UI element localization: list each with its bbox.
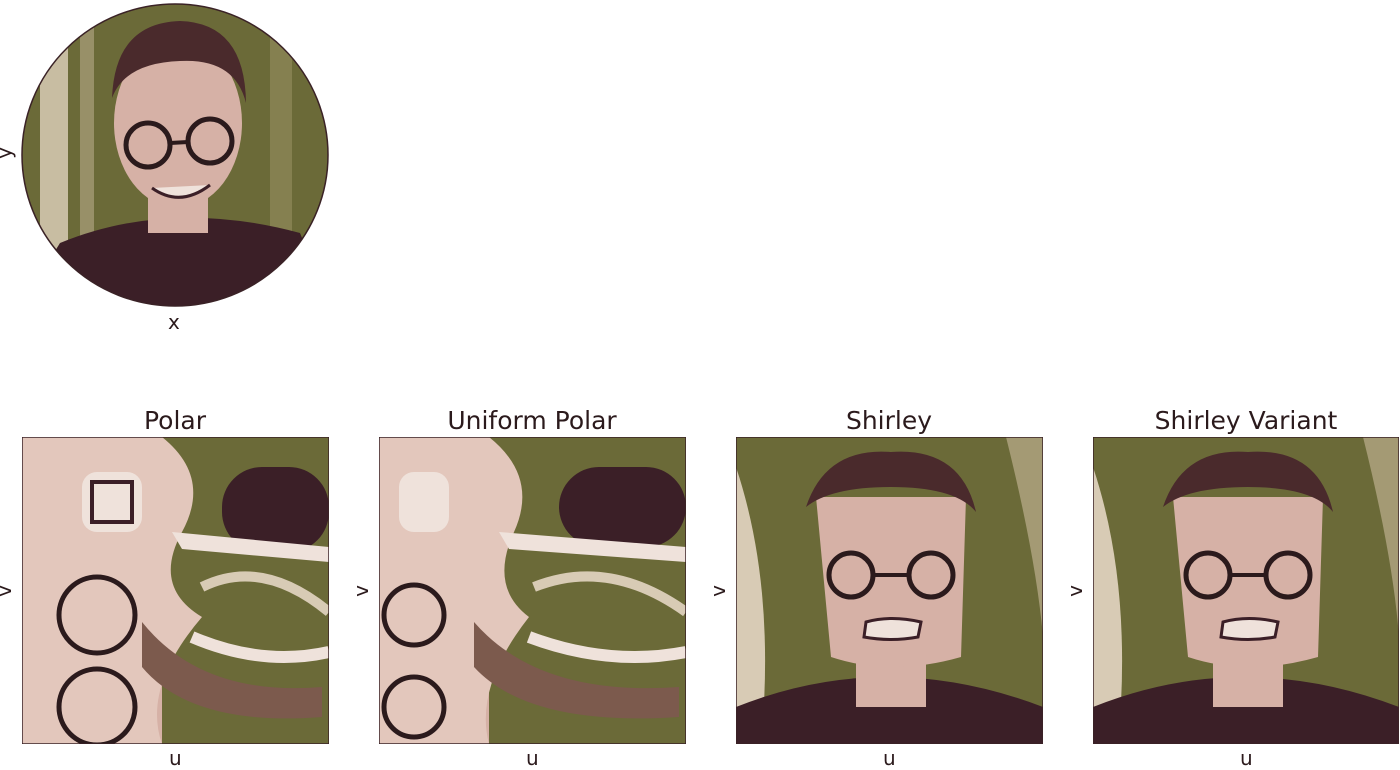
shirley-x-axis-label: u (883, 746, 896, 770)
panel-title-shirley-variant: Shirley Variant (1154, 406, 1338, 435)
uniform-polar-panel (379, 437, 686, 744)
source-disk-panel (20, 3, 330, 308)
shirley-variant-panel (1093, 437, 1399, 744)
shirley-variant-x-axis-label: u (1240, 746, 1253, 770)
shirley-panel (736, 437, 1043, 744)
polar-mapped-image (22, 437, 329, 744)
panel-title-polar: Polar (143, 406, 207, 435)
source-y-axis-label: y (0, 147, 16, 159)
uniform-polar-mapped-image (379, 437, 686, 744)
shirley-variant-mapped-image (1093, 437, 1399, 744)
polar-panel (22, 437, 329, 744)
source-disk-image (21, 3, 329, 307)
uniform-polar-x-axis-label: u (526, 746, 539, 770)
polar-y-axis-label: v (0, 585, 16, 597)
polar-x-axis-label: u (169, 746, 182, 770)
shirley-mapped-image (736, 437, 1043, 744)
panel-title-uniform-polar: Uniform Polar (447, 406, 617, 435)
uniform-polar-y-axis-label: v (348, 585, 373, 597)
panel-title-shirley: Shirley (845, 406, 933, 435)
shirley-y-axis-label: v (705, 585, 730, 597)
source-x-axis-label: x (168, 310, 180, 334)
shirley-variant-y-axis-label: v (1062, 585, 1087, 597)
